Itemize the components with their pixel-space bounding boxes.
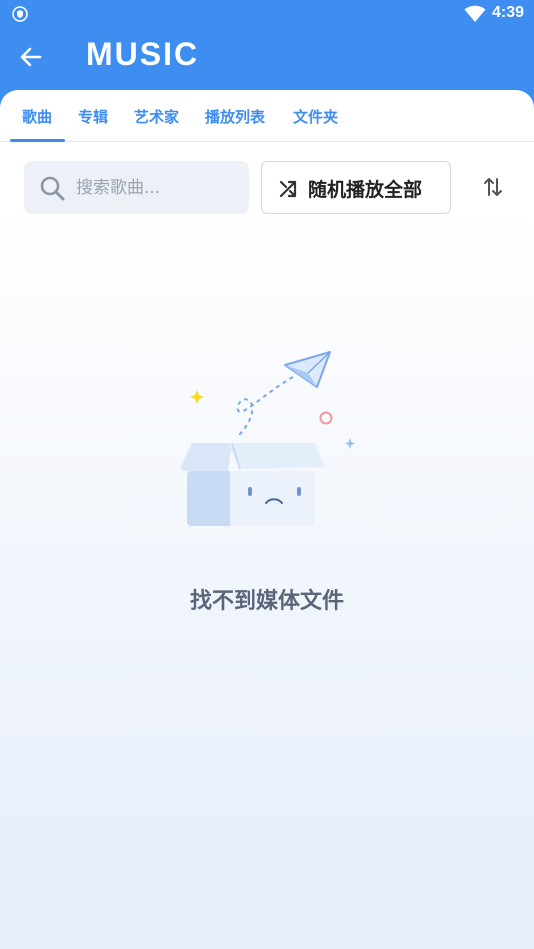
tab-albums[interactable]: 专辑	[78, 106, 108, 127]
tab-bar: 歌曲 专辑 艺术家 播放列表 文件夹	[0, 90, 534, 142]
shuffle-icon	[279, 180, 297, 198]
main-content: 歌曲 专辑 艺术家 播放列表 文件夹 随机播放全部	[0, 90, 534, 949]
app-bar: MUSIC	[0, 28, 534, 92]
wifi-icon	[464, 5, 486, 22]
tab-playlists[interactable]: 播放列表	[205, 106, 265, 127]
tab-indicator	[10, 139, 65, 142]
search-input[interactable]	[76, 171, 241, 205]
tab-folders[interactable]: 文件夹	[293, 106, 338, 127]
shield-icon	[12, 6, 28, 22]
tab-artists[interactable]: 艺术家	[134, 106, 179, 127]
search-icon	[40, 176, 65, 201]
status-bar: 4:39	[0, 0, 534, 28]
shuffle-all-button[interactable]: 随机播放全部	[261, 161, 451, 214]
sort-icon[interactable]	[480, 174, 506, 200]
shuffle-all-label: 随机播放全部	[308, 179, 423, 201]
search-box[interactable]	[24, 161, 249, 214]
empty-box-illustration	[180, 351, 355, 526]
tab-songs[interactable]: 歌曲	[22, 106, 52, 127]
back-arrow-icon[interactable]	[18, 44, 44, 70]
app-title: MUSIC	[86, 36, 200, 72]
status-time: 4:39	[491, 4, 524, 21]
empty-state-message: 找不到媒体文件	[189, 589, 344, 614]
